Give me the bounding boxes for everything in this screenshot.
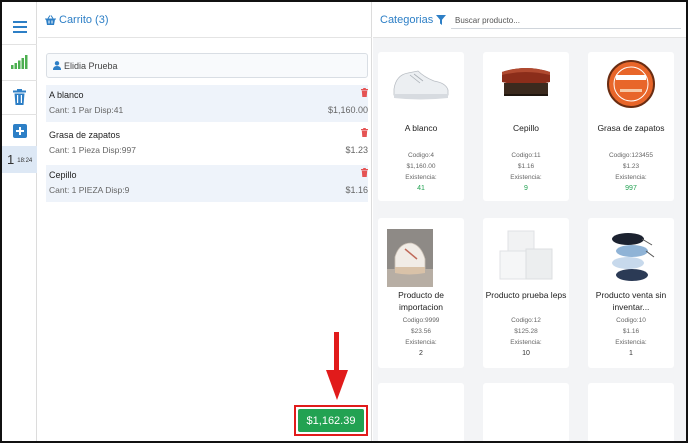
cart-panel: Carrito (3) Elidia Prueba A blanco Cant:… xyxy=(38,2,372,441)
product-card[interactable]: Producto prueba leps Codigo:12 $125.28 E… xyxy=(483,218,569,368)
filter-icon xyxy=(436,15,447,25)
side-rail: 1 18:24 xyxy=(2,2,37,441)
shoelaces-image xyxy=(588,226,674,290)
stock-value: 2 xyxy=(419,350,423,357)
cart-item-price: $1.23 xyxy=(345,145,368,155)
stock-label: Existencia: xyxy=(510,339,542,346)
product-name: Producto de importacion xyxy=(398,290,444,312)
cart-header: Carrito (3) xyxy=(38,2,372,38)
product-price: $1.16 xyxy=(622,328,640,335)
stock-label: Existencia: xyxy=(615,339,647,346)
user-icon xyxy=(53,61,61,70)
cart-item-name: Cepillo xyxy=(49,170,77,180)
catalog-panel: Categorias A blanco Codigo:4 $1,160.00 E… xyxy=(373,2,686,441)
categories-filter[interactable]: Categorias xyxy=(380,14,447,26)
cart-item-name: Grasa de zapatos xyxy=(49,130,121,140)
stock-value: 10 xyxy=(522,350,530,357)
remove-item-icon[interactable] xyxy=(361,128,368,137)
annotation-arrow-shaft xyxy=(334,332,339,374)
client-name: Elidia Prueba xyxy=(64,60,118,71)
product-search-input[interactable] xyxy=(451,12,681,29)
cart-item-detail: Cant: 1 PIEZA Disp:9 xyxy=(49,185,130,195)
product-card[interactable]: A blanco Codigo:4 $1,160.00 Existencia: … xyxy=(378,52,464,201)
annotation-arrow-head xyxy=(326,370,348,400)
app-window: 1 18:24 Carrito (3) Elidia Prueba A blan… xyxy=(0,0,688,443)
product-card[interactable] xyxy=(378,383,464,441)
shopping-basket-icon xyxy=(45,14,56,25)
product-price: $1,160.00 xyxy=(406,163,436,170)
product-price: $1.16 xyxy=(517,163,535,170)
white-boxes-image xyxy=(483,224,569,288)
total-pay-button[interactable]: $1,162.39 xyxy=(298,409,364,432)
cart-item-name: A blanco xyxy=(49,90,84,100)
cart-item[interactable]: Cepillo Cant: 1 PIEZA Disp:9 $1.16 xyxy=(46,165,368,202)
product-name: Producto prueba leps xyxy=(485,290,567,300)
delete-ticket-button[interactable] xyxy=(2,82,37,112)
total-amount: $1,162.39 xyxy=(306,414,356,427)
plus-square-icon xyxy=(12,124,27,138)
stock-value: 1 xyxy=(629,350,633,357)
signal-bars-icon xyxy=(11,55,28,69)
menu-button[interactable] xyxy=(2,12,37,42)
product-price: $23.56 xyxy=(411,328,431,335)
shoe-polish-tin-image xyxy=(588,52,674,116)
ticket-tab-selected[interactable]: 1 18:24 xyxy=(2,146,37,173)
remove-item-icon[interactable] xyxy=(361,88,368,97)
cart-item[interactable]: Grasa de zapatos Cant: 1 Pieza Disp:997 … xyxy=(46,125,368,162)
shoe-brush-image xyxy=(483,52,569,116)
remove-item-icon[interactable] xyxy=(361,168,368,177)
cart-item-detail: Cant: 1 Par Disp:41 xyxy=(49,105,124,115)
stock-value: 9 xyxy=(524,185,528,192)
product-name: Producto venta sin inventar... xyxy=(595,290,667,312)
product-name: Cepillo xyxy=(513,123,539,133)
hamburger-menu-icon xyxy=(12,21,27,33)
signal-button[interactable] xyxy=(2,47,37,77)
product-code: Codigo:11 xyxy=(511,152,541,159)
cart-item-price: $1,160.00 xyxy=(327,105,368,115)
product-card[interactable]: Producto de importacion Codigo:9999 $23.… xyxy=(378,218,464,368)
rail-divider xyxy=(2,80,37,81)
product-card[interactable]: Grasa de zapatos Codigo:123455 $1.23 Exi… xyxy=(588,52,674,201)
new-ticket-button[interactable] xyxy=(2,116,37,146)
stock-label: Existencia: xyxy=(405,339,437,346)
stock-value: 997 xyxy=(625,185,637,192)
ticket-time: 18:24 xyxy=(17,157,33,164)
cart-title: Carrito (3) xyxy=(59,13,109,26)
product-code: Codigo:9999 xyxy=(402,317,440,324)
product-code: Codigo:4 xyxy=(407,152,435,159)
cart-item-price: $1.16 xyxy=(345,185,368,195)
product-card[interactable]: Producto venta sin inventar... Codigo:10… xyxy=(588,218,674,368)
product-price: $1.23 xyxy=(622,163,640,170)
product-code: Codigo:123455 xyxy=(608,152,654,159)
trash-icon xyxy=(13,89,26,105)
ticket-number: 1 xyxy=(7,152,15,167)
product-price: $125.28 xyxy=(514,328,538,335)
rail-divider xyxy=(2,114,37,115)
product-name: Grasa de zapatos xyxy=(597,123,665,133)
stock-label: Existencia: xyxy=(615,174,647,181)
catalog-header: Categorias xyxy=(373,2,686,38)
platform-sneaker-image xyxy=(378,228,464,288)
stock-label: Existencia: xyxy=(510,174,542,181)
categories-label: Categorias xyxy=(380,14,434,26)
cart-item-detail: Cant: 1 Pieza Disp:997 xyxy=(49,145,136,155)
stock-value: 41 xyxy=(417,185,425,192)
rail-divider xyxy=(2,44,37,45)
white-sneaker-image xyxy=(378,52,464,116)
cart-item[interactable]: A blanco Cant: 1 Par Disp:41 $1,160.00 xyxy=(46,85,368,122)
product-code: Codigo:10 xyxy=(616,317,646,324)
product-card[interactable] xyxy=(588,383,674,441)
product-code: Codigo:12 xyxy=(511,317,541,324)
product-card[interactable] xyxy=(483,383,569,441)
annotation-highlight-box: $1,162.39 xyxy=(294,405,368,436)
stock-label: Existencia: xyxy=(405,174,437,181)
product-name: A blanco xyxy=(404,123,438,133)
product-card[interactable]: Cepillo Codigo:11 $1.16 Existencia: 9 xyxy=(483,52,569,201)
client-selector[interactable]: Elidia Prueba xyxy=(46,53,368,78)
